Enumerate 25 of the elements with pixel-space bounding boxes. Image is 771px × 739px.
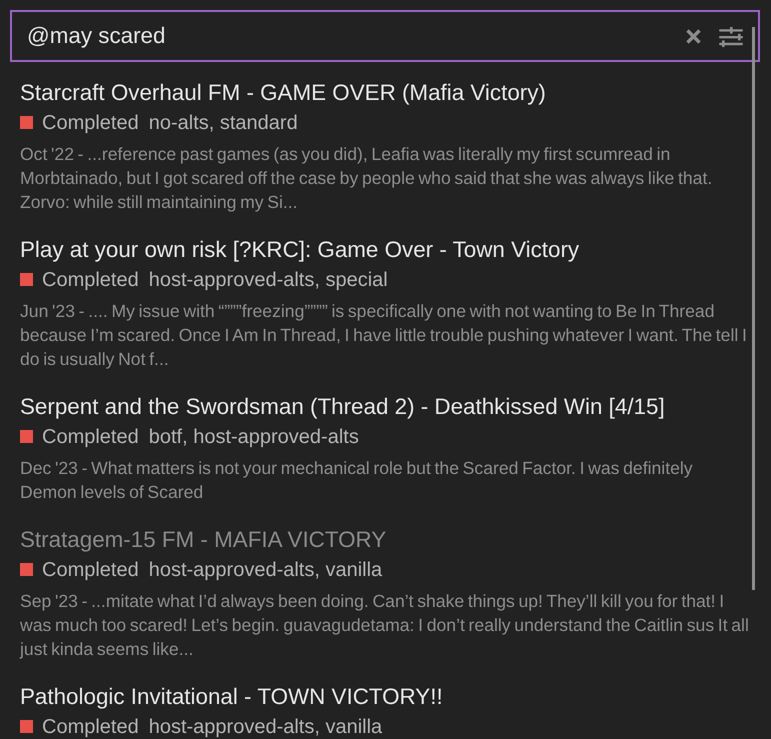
scrollbar-thumb[interactable]: [752, 27, 755, 590]
result-title-link[interactable]: Play at your own risk [?KRC]: Game Over - Town Victory: [20, 237, 580, 262]
result-title-link[interactable]: Starcraft Overhaul FM - GAME OVER (Mafia Victory): [20, 80, 546, 105]
tag-list: botf, host-approved-alts: [148, 422, 359, 452]
clear-button[interactable]: [686, 29, 701, 44]
tag-list: no-alts, standard: [148, 108, 298, 138]
sliders-icon: [719, 27, 743, 47]
status-label: Completed: [42, 558, 139, 583]
result-snippet: Oct '22 - ...reference past games (as you did), Leafia was literally my first scumread in Morbtainado, but I got scared off the case by people who said that she was always like that. Zorvo: while still maintaining my Si...: [20, 143, 714, 214]
result-snippet: Jun '23 - .... My issue with “”””freezing”””” is specifically one with not wanting to Be In Thread because I’m scared. Once I Am In Thread, I have little trouble pushing whatever I want. The tell I do is usually Not f...: [20, 300, 748, 371]
status-label: Completed: [42, 715, 139, 739]
status-label: Completed: [42, 268, 139, 293]
filter-button[interactable]: [719, 27, 743, 47]
result-title-link[interactable]: Pathologic Invitational - TOWN VICTORY!!: [20, 684, 443, 709]
tag-list: host-approved-alts, special: [148, 265, 388, 295]
status-label: Completed: [42, 425, 139, 450]
result-snippet: Dec '23 - What matters is not your mechanical role but the Scared Factor. I was definitely Demon levels of Scared: [20, 457, 694, 504]
close-icon: [686, 29, 701, 44]
tag-list: host-approved-alts, vanilla: [148, 712, 382, 739]
result-title-link[interactable]: Stratagem-15 FM - MAFIA VICTORY: [20, 527, 386, 552]
result-snippet: Sep '23 - ...mitate what I’d always been doing. Can’t shake things up! They’ll kill you for that! I was much too scared! Let’s begin. guavagudetama: I don’t really understand the Caitlin sus It all just kinda seems like...: [20, 590, 750, 661]
tag-list: host-approved-alts, vanilla: [148, 555, 382, 585]
result-title-link[interactable]: Serpent and the Swordsman (Thread 2) - Deathkissed Win [4/15]: [20, 394, 665, 419]
search-field[interactable]: @may scared: [10, 10, 760, 62]
status-label: Completed: [42, 111, 139, 136]
